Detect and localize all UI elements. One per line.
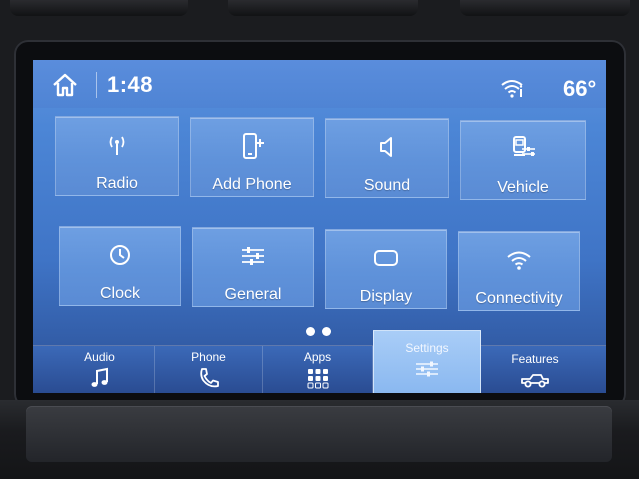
air-vent-left: [10, 0, 188, 16]
tile-label: Connectivity: [475, 290, 563, 307]
nav-features[interactable]: Features: [481, 346, 589, 393]
air-vent-right: [460, 0, 630, 16]
nav-audio[interactable]: Audio: [45, 346, 155, 393]
music-note-icon: [91, 367, 108, 387]
tile-label: Clock: [99, 285, 140, 302]
vehicle-settings-icon: [513, 136, 535, 156]
tile-clock[interactable]: Clock: [59, 226, 181, 306]
add-phone-icon: [243, 133, 264, 159]
speaker-icon: [380, 137, 392, 157]
infotainment-screen: 1:48 66° Radio Add Phone Sound Vehicle C…: [33, 60, 606, 393]
truck-icon: [521, 374, 549, 388]
page-dot[interactable]: [306, 327, 315, 336]
radio-tower-icon: [109, 136, 125, 155]
tile-label: Sound: [363, 177, 411, 194]
tile-label: Add Phone: [212, 176, 292, 193]
outside-temperature: 66°: [563, 76, 597, 101]
clock-icon: [110, 245, 130, 265]
nav-label: Features: [511, 352, 559, 366]
tile-label: Display: [359, 288, 413, 305]
tile-display[interactable]: Display: [325, 229, 447, 309]
tile-label: Vehicle: [497, 179, 549, 196]
page-indicator: [306, 323, 338, 341]
tile-general[interactable]: General: [192, 227, 314, 307]
phone-icon: [199, 368, 219, 388]
dashboard-trim: [0, 400, 639, 479]
tile-sound[interactable]: Sound: [325, 118, 449, 198]
air-vent-center: [228, 0, 418, 16]
status-clock: 1:48: [107, 72, 154, 97]
nav-label: Phone: [191, 350, 226, 364]
page-dot[interactable]: [322, 327, 331, 336]
wifi-icon: [507, 251, 531, 270]
tile-connectivity[interactable]: Connectivity: [458, 231, 580, 311]
nav-phone[interactable]: Phone: [155, 346, 263, 393]
tile-add-phone[interactable]: Add Phone: [190, 117, 314, 197]
tile-radio[interactable]: Radio: [55, 116, 179, 196]
display-icon: [374, 250, 398, 266]
nav-label: Audio: [84, 350, 115, 364]
tile-label: General: [224, 286, 282, 303]
bottom-nav-bar: Audio Phone Apps Settings Features: [33, 330, 606, 393]
home-icon[interactable]: [51, 72, 79, 98]
nav-apps[interactable]: Apps: [263, 346, 373, 393]
nav-settings[interactable]: Settings: [373, 330, 481, 393]
nav-label: Settings: [405, 341, 449, 355]
apps-grid-icon: [307, 369, 328, 389]
tile-label: Radio: [96, 175, 138, 192]
nav-label: Apps: [303, 350, 332, 364]
tile-vehicle[interactable]: Vehicle: [460, 120, 586, 200]
settings-sliders-icon: [416, 361, 438, 377]
status-bar: 1:48 66°: [33, 60, 606, 108]
status-divider: [96, 72, 97, 98]
wifi-hotspot-status-icon: [501, 80, 523, 98]
sliders-icon: [242, 247, 264, 265]
